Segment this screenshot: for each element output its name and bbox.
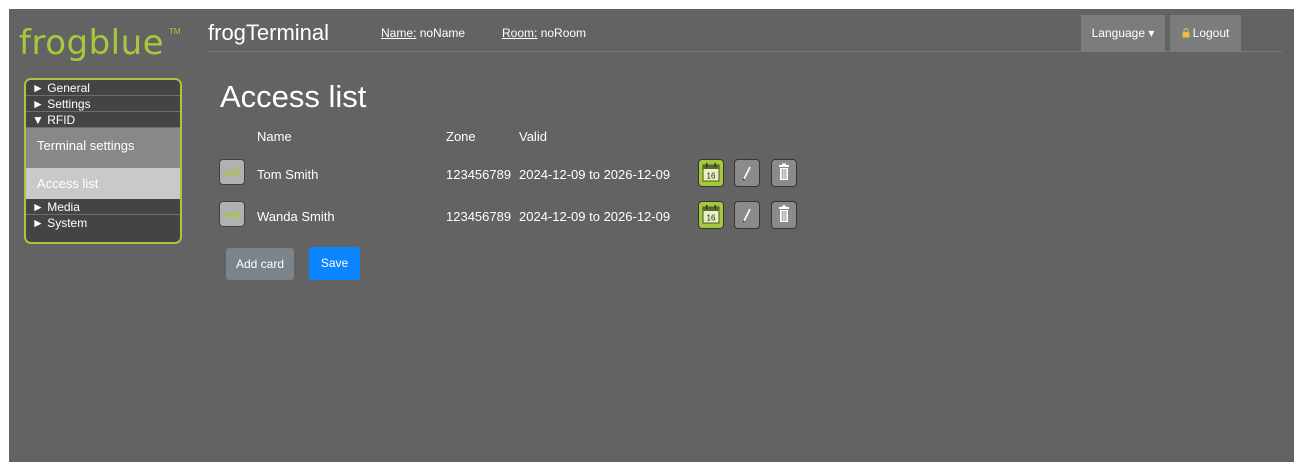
page-title: Access list [220, 79, 367, 114]
language-dropdown[interactable]: Language ▾ [1081, 15, 1165, 51]
calendar-icon: 16 [699, 163, 723, 190]
room-info: Room: noRoom [502, 26, 586, 40]
pencil-icon [735, 208, 759, 232]
row-valid: 2024-12-09 to 2026-12-09 [519, 167, 671, 182]
app-title: frogTerminal [208, 20, 330, 45]
row-valid: 2024-12-09 to 2026-12-09 [519, 209, 671, 224]
name-info: Name: noName [381, 26, 465, 40]
pencil-icon [735, 166, 759, 190]
logout-label: Logout [1192, 26, 1230, 40]
edit-button[interactable] [734, 159, 760, 187]
calendar-button[interactable]: 16 [698, 201, 724, 229]
row-zone: 123456789 [446, 209, 512, 224]
trash-icon [772, 205, 796, 232]
svg-text:16: 16 [707, 214, 716, 223]
lock-icon [1182, 16, 1190, 52]
key-icon [220, 169, 244, 188]
logout-button[interactable]: Logout [1170, 15, 1241, 51]
add-card-button[interactable]: Add card [226, 248, 294, 280]
edit-button[interactable] [734, 201, 760, 229]
table-row: Tom Smith 123456789 2024-12-09 to 2026-1… [9, 159, 909, 189]
header-divider [208, 51, 1282, 52]
delete-button[interactable] [771, 201, 797, 229]
key-button[interactable] [219, 159, 245, 185]
name-value: noName [419, 26, 466, 40]
svg-text:16: 16 [707, 172, 716, 181]
column-header-valid: Valid [519, 129, 547, 144]
row-zone: 123456789 [446, 167, 512, 182]
key-button[interactable] [219, 201, 245, 227]
calendar-icon: 16 [699, 205, 723, 232]
table-row: Wanda Smith 123456789 2024-12-09 to 2026… [9, 201, 909, 231]
delete-button[interactable] [771, 159, 797, 187]
frogblue-logo: frogblue [19, 23, 165, 63]
sidebar-item-general[interactable]: ► General [26, 80, 180, 96]
row-name: Tom Smith [257, 167, 319, 182]
column-header-zone: Zone [446, 129, 476, 144]
key-icon [220, 211, 244, 230]
trash-icon [772, 163, 796, 190]
sidebar-item-rfid[interactable]: ▼ RFID [26, 112, 180, 128]
column-header-name: Name [257, 129, 292, 144]
room-label: Room: [502, 26, 538, 40]
trademark-mark: TM [169, 27, 181, 36]
save-button[interactable]: Save [309, 247, 360, 280]
app-window: frogblue TM ► General ► Settings ▼ RFID … [9, 9, 1294, 462]
calendar-button[interactable]: 16 [698, 159, 724, 187]
sidebar-item-settings[interactable]: ► Settings [26, 96, 180, 112]
room-value: noRoom [540, 26, 587, 40]
name-label: Name: [381, 26, 417, 40]
row-name: Wanda Smith [257, 209, 335, 224]
